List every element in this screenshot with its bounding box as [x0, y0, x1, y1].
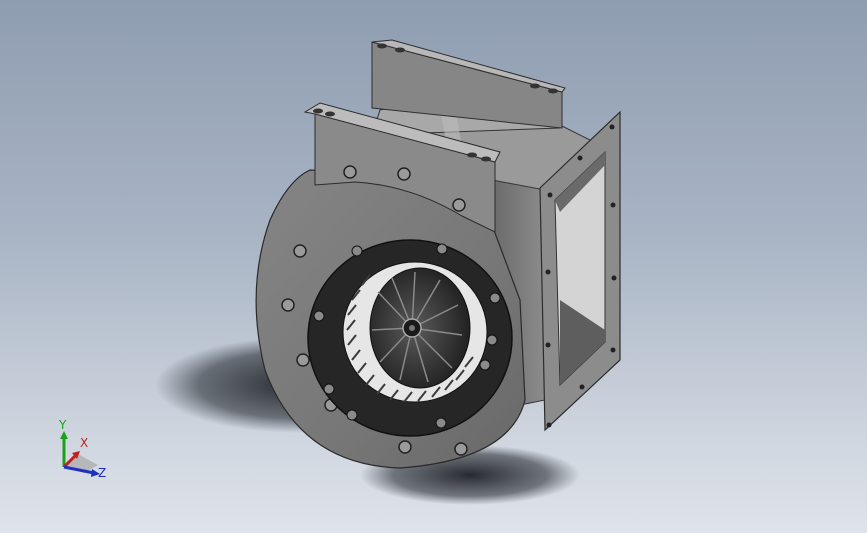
- impeller-hub: [369, 267, 471, 389]
- triad-z-label: Z: [98, 466, 107, 480]
- blower-3d-model[interactable]: [0, 0, 867, 533]
- inlet-opening[interactable]: [342, 261, 488, 403]
- graphics-viewport[interactable]: Y X Z: [0, 0, 867, 533]
- triad-y-label: Y: [59, 418, 67, 432]
- triad-axes-icon: [60, 431, 100, 477]
- orientation-triad[interactable]: Y X Z: [40, 415, 120, 495]
- triad-x-label: X: [80, 436, 89, 450]
